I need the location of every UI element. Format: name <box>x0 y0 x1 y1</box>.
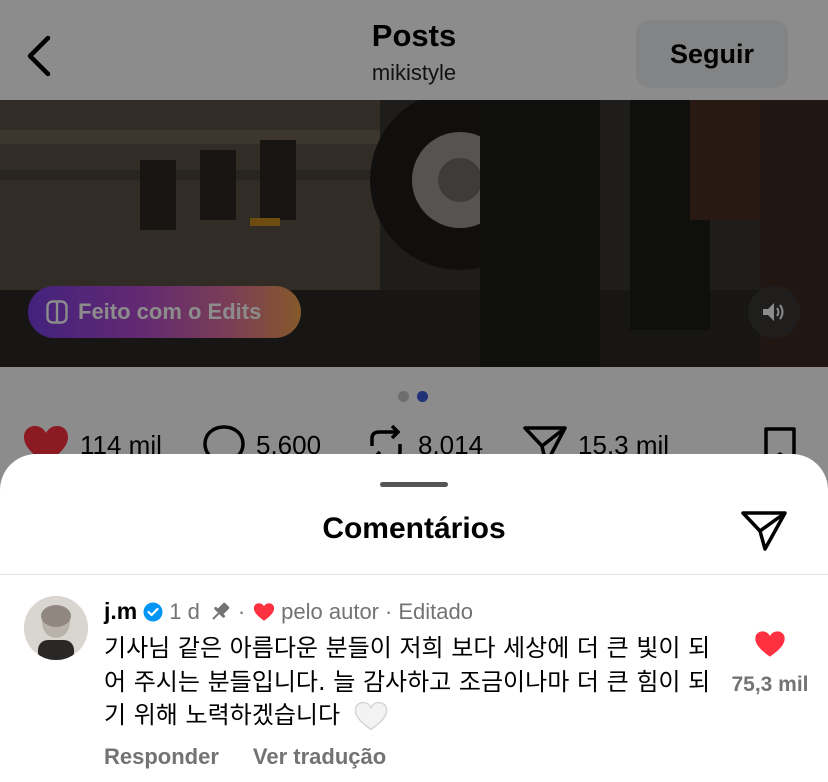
comment-like[interactable]: 75,3 mil <box>720 630 820 697</box>
edited-label: Editado <box>398 598 473 624</box>
meta-separator-2: · <box>385 598 393 624</box>
comment-item: j.m 1 d · pelo autor · Editado 기사님 같은 아름… <box>0 588 828 782</box>
liked-by-author-label: pelo autor <box>281 598 380 624</box>
comment-like-count: 75,3 mil <box>731 673 809 696</box>
see-translation-button[interactable]: Ver tradução <box>253 744 386 770</box>
avatar-image <box>24 596 88 660</box>
send-icon <box>741 511 787 551</box>
sheet-drag-handle[interactable] <box>380 482 448 487</box>
comment-username[interactable]: j.m <box>104 598 137 625</box>
comment-time: 1 d <box>169 598 200 624</box>
comment-meta: j.m 1 d · pelo autor · Editado <box>104 598 473 625</box>
comment-actions: Responder Ver tradução <box>104 744 386 770</box>
pin-icon <box>212 602 230 620</box>
reply-button[interactable]: Responder <box>104 744 219 770</box>
sheet-title: Comentários <box>322 512 506 545</box>
comment-heart-icon <box>755 631 785 657</box>
avatar[interactable] <box>24 596 88 660</box>
comments-sheet: Comentários j.m 1 d · pelo autor · Edita… <box>0 454 828 782</box>
share-comments-button[interactable] <box>740 508 788 552</box>
meta-separator: · <box>237 598 246 624</box>
comment-body: 기사님 같은 아름다운 분들이 저희 보다 세상에 더 큰 빛이 되어 주시는 … <box>104 634 711 729</box>
author-heart-icon <box>254 602 275 621</box>
white-heart-icon <box>354 701 387 731</box>
verified-icon <box>143 602 163 621</box>
comment-text: 기사님 같은 아름다운 분들이 저희 보다 세상에 더 큰 빛이 되어 주시는 … <box>104 632 714 733</box>
sheet-divider <box>0 574 828 575</box>
